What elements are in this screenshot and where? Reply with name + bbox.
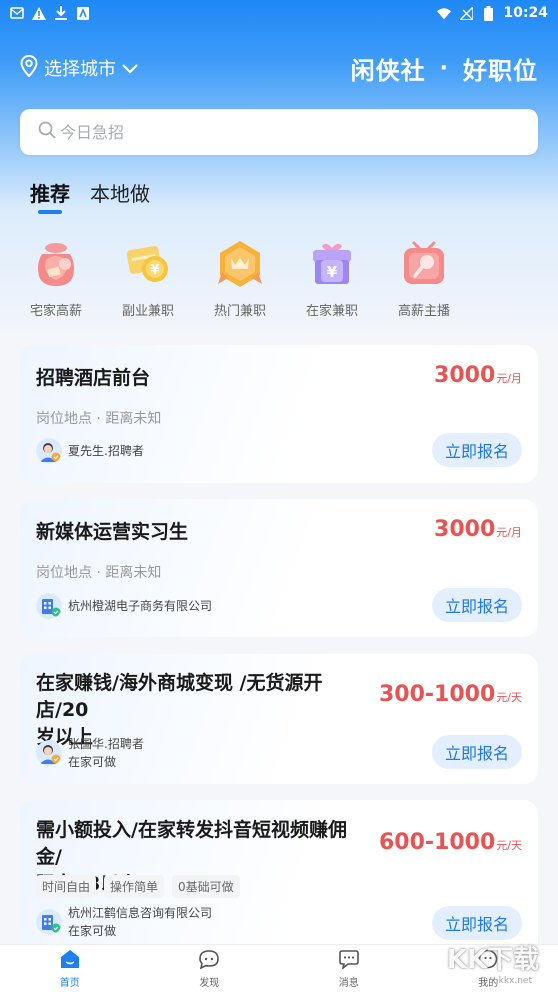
no-signal-icon bbox=[459, 6, 473, 20]
status-bar: 10:24 bbox=[0, 0, 558, 26]
nav-label: 我的 bbox=[478, 978, 499, 989]
poster-name: 张国华.招聘者 bbox=[68, 737, 144, 751]
wifi-icon bbox=[437, 6, 452, 20]
job-tag: 0基础可做 bbox=[172, 875, 240, 898]
search-input[interactable] bbox=[60, 122, 500, 142]
warning-icon bbox=[32, 6, 46, 20]
job-poster: 杭州江鹤信息咨询有限公司 在家可做 bbox=[36, 904, 212, 940]
job-location: 岗位地点 · 距离未知 bbox=[36, 565, 162, 581]
work-mode: 在家可做 bbox=[68, 924, 117, 938]
job-poster: 杭州橙湖电子商务有限公司 bbox=[36, 593, 212, 619]
job-tag: 操作简单 bbox=[104, 875, 165, 898]
home-icon bbox=[59, 948, 81, 970]
app-header: 选择城市 闲侠社 · 好职位 bbox=[0, 48, 558, 88]
salary-amount: 3000 bbox=[434, 517, 496, 542]
category-hot-job[interactable]: 热门兼职 bbox=[194, 238, 286, 319]
apply-button[interactable]: 立即报名 bbox=[432, 906, 522, 940]
apply-button[interactable]: 立即报名 bbox=[432, 735, 522, 769]
job-salary: 300-1000 元/天 bbox=[379, 682, 522, 707]
salary-amount: 3000 bbox=[434, 363, 496, 388]
nav-label: 消息 bbox=[338, 978, 359, 989]
category-label: 高薪主播 bbox=[397, 304, 450, 319]
brand-slogan: 闲侠社 · 好职位 bbox=[351, 51, 538, 86]
job-title-line: 在家赚钱/海外商城变现 /无货源开店/20 bbox=[36, 672, 323, 721]
recruiter-avatar bbox=[36, 740, 62, 766]
gift-yen-icon: ¥ bbox=[313, 243, 351, 284]
watermark-logo: KK下载 bbox=[446, 944, 540, 975]
microphone-icon bbox=[404, 241, 444, 284]
category-anchor[interactable]: 高薪主播 bbox=[378, 238, 470, 319]
salary-unit: 元/天 bbox=[496, 691, 522, 704]
download-icon bbox=[54, 6, 68, 20]
tab-local[interactable]: 本地做 bbox=[90, 178, 150, 214]
tab-recommend[interactable]: 推荐 bbox=[30, 178, 70, 214]
job-location: 岗位地点 · 距离未知 bbox=[36, 411, 162, 427]
svg-text:¥: ¥ bbox=[150, 263, 159, 278]
discover-icon bbox=[198, 948, 220, 970]
job-card[interactable]: 新媒体运营实习生 3000 元/月 岗位地点 · 距离未知 杭州橙湖电子商务有限… bbox=[20, 499, 538, 637]
battery-icon bbox=[481, 5, 495, 21]
nav-messages[interactable]: 消息 bbox=[279, 945, 419, 992]
poster-name: 杭州江鹤信息咨询有限公司 bbox=[68, 906, 213, 920]
company-avatar bbox=[36, 909, 62, 935]
city-selector[interactable]: 选择城市 bbox=[20, 54, 138, 82]
company-avatar bbox=[36, 593, 62, 619]
job-card[interactable]: 在家赚钱/海外商城变现 /无货源开店/20 岁以上 300-1000 元/天 张… bbox=[20, 654, 538, 784]
poster-name: 杭州橙湖电子商务有限公司 bbox=[68, 599, 213, 613]
category-label: 在家兼职 bbox=[305, 304, 358, 319]
brand-tagline: 好职位 bbox=[463, 56, 538, 85]
clock: 10:24 bbox=[503, 5, 548, 21]
category-row: 宅家高薪 ¥ 副业兼职 热门兼职 ¥ 在家兼职 高薪主播 bbox=[10, 238, 550, 319]
category-side-job[interactable]: ¥ 副业兼职 bbox=[102, 238, 194, 319]
brand-separator: · bbox=[439, 55, 449, 81]
salary-amount: 600-1000 bbox=[378, 830, 496, 855]
category-label: 热门兼职 bbox=[213, 304, 266, 319]
job-tag: 时间自由 bbox=[36, 875, 97, 898]
city-label: 选择城市 bbox=[44, 59, 116, 80]
job-salary: 3000 元/月 bbox=[434, 363, 522, 388]
job-poster: 张国华.招聘者 在家可做 bbox=[36, 735, 144, 771]
work-mode: 在家可做 bbox=[68, 755, 117, 769]
svg-text:¥: ¥ bbox=[327, 263, 338, 281]
job-title: 招聘酒店前台 bbox=[36, 367, 151, 389]
nav-home[interactable]: 首页 bbox=[0, 945, 140, 992]
nav-label: 发现 bbox=[199, 978, 220, 989]
job-card[interactable]: 招聘酒店前台 3000 元/月 岗位地点 · 距离未知 夏先生.招聘者 立即报名 bbox=[20, 345, 538, 483]
watermark-url: kkx.net bbox=[498, 976, 532, 986]
coin-card-icon: ¥ bbox=[126, 246, 168, 282]
location-pin-icon bbox=[20, 54, 38, 82]
mail-icon bbox=[10, 6, 24, 20]
poster-name: 夏先生.招聘者 bbox=[68, 444, 144, 458]
nav-discover[interactable]: 发现 bbox=[140, 945, 280, 992]
search-bar[interactable] bbox=[20, 109, 538, 155]
job-title: 新媒体运营实习生 bbox=[36, 521, 189, 543]
nav-label: 首页 bbox=[59, 978, 80, 989]
message-icon bbox=[338, 948, 360, 970]
app-notification-icon bbox=[76, 6, 90, 20]
salary-amount: 300-1000 bbox=[378, 682, 496, 707]
job-salary: 3000 元/月 bbox=[434, 517, 522, 542]
job-tags: 时间自由 操作简单 0基础可做 bbox=[36, 875, 240, 898]
job-salary: 600-1000 元/天 bbox=[379, 830, 522, 855]
category-home-high-pay[interactable]: 宅家高薪 bbox=[10, 238, 102, 319]
search-icon bbox=[38, 121, 56, 143]
chevron-down-icon bbox=[122, 58, 138, 79]
category-home-job[interactable]: ¥ 在家兼职 bbox=[286, 238, 378, 319]
apply-button[interactable]: 立即报名 bbox=[432, 588, 522, 622]
salary-unit: 元/月 bbox=[496, 372, 522, 385]
feed-tabs: 推荐 本地做 bbox=[30, 178, 150, 214]
job-card[interactable]: 需小额投入/在家转发抖音短视频赚佣金/ 限女23以上 600-1000 元/天 … bbox=[20, 800, 538, 960]
apply-button[interactable]: 立即报名 bbox=[432, 433, 522, 467]
money-bag-icon bbox=[38, 243, 74, 286]
recruiter-avatar bbox=[36, 438, 62, 464]
category-label: 副业兼职 bbox=[121, 304, 174, 319]
job-title-line: 需小额投入/在家转发抖音短视频赚佣金/ bbox=[36, 819, 347, 868]
category-label: 宅家高薪 bbox=[29, 304, 82, 319]
crown-badge-icon bbox=[218, 241, 262, 287]
job-poster: 夏先生.招聘者 bbox=[36, 438, 144, 464]
brand-name: 闲侠社 bbox=[350, 56, 426, 85]
salary-unit: 元/月 bbox=[496, 526, 522, 539]
salary-unit: 元/天 bbox=[496, 839, 522, 852]
